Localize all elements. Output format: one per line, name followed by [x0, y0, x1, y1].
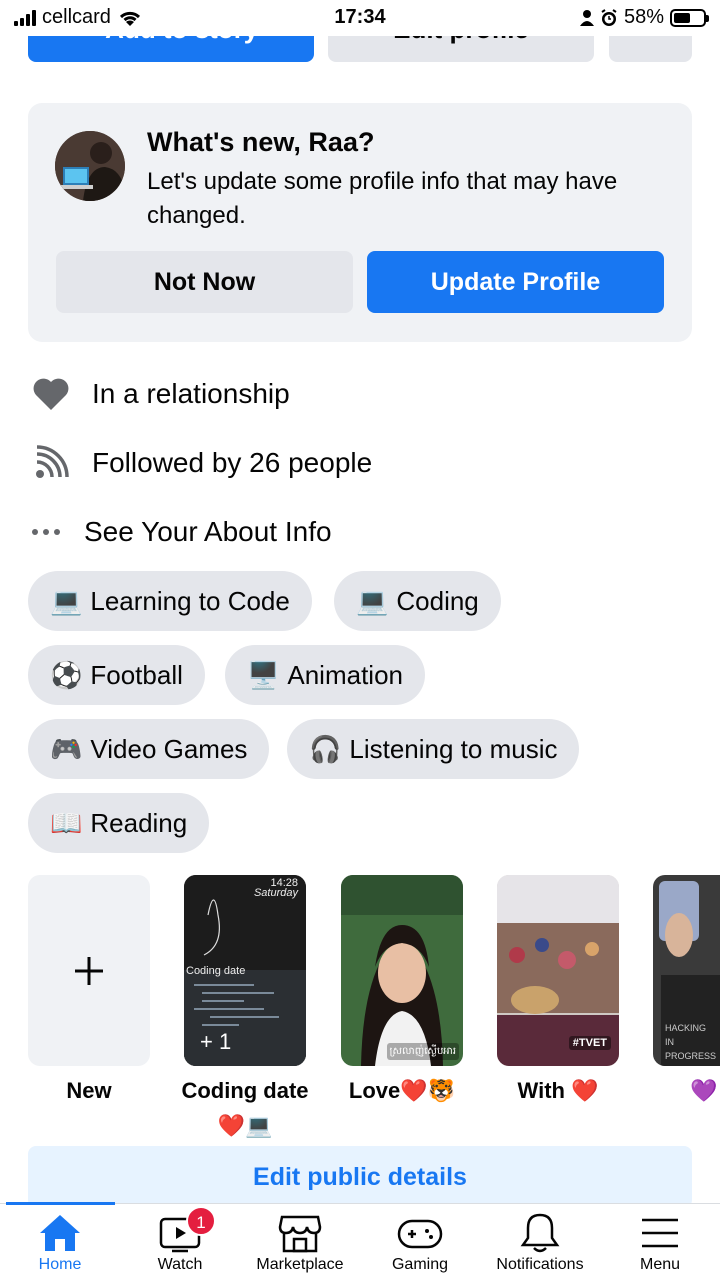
- battery-icon: [670, 8, 709, 27]
- highlight-day: Saturday: [253, 887, 298, 899]
- bell-icon: [516, 1212, 564, 1254]
- tab-gaming[interactable]: Gaming: [360, 1212, 480, 1274]
- person-icon: [579, 9, 594, 26]
- interest-chip[interactable]: 📖 Reading: [28, 793, 210, 853]
- edit-public-details-button[interactable]: Edit public details: [28, 1146, 692, 1208]
- active-tab-indicator: [6, 1202, 115, 1205]
- interest-chip[interactable]: ⚽ Football: [28, 645, 205, 705]
- highlight-label: Love❤️🐯: [348, 1078, 456, 1103]
- highlight-caption: Coding date: [186, 965, 246, 977]
- highlight-with[interactable]: #TVET: [497, 875, 619, 1066]
- highlight-caption: HACKING IN PROGRESS: [665, 1023, 717, 1061]
- highlight-caption: ស្រលាញ់ស្ងើបអារ: [386, 1043, 459, 1060]
- highlight-label: With ❤️: [517, 1078, 599, 1103]
- see-about-row[interactable]: See Your About Info: [30, 512, 332, 552]
- tab-label: Watch: [157, 1256, 203, 1273]
- gaming-icon: [396, 1212, 444, 1254]
- home-icon: [36, 1212, 84, 1254]
- watch-badge: 1: [186, 1206, 216, 1236]
- interest-label: Listening to music: [349, 733, 558, 764]
- new-highlight-button[interactable]: [28, 875, 150, 1066]
- alarm-icon: [601, 8, 617, 26]
- battery-percent: 58%: [623, 6, 664, 28]
- highlight-label: 💜: [690, 1078, 718, 1103]
- marketplace-icon: [276, 1212, 324, 1254]
- heart-icon: [30, 374, 72, 414]
- menu-icon: [636, 1212, 684, 1254]
- highlight-love[interactable]: ស្រលាញ់ស្ងើបអារ: [341, 875, 463, 1066]
- tab-notifications[interactable]: Notifications: [480, 1212, 600, 1274]
- avatar[interactable]: [55, 131, 125, 201]
- desktop-icon: 🖥️: [247, 659, 280, 690]
- headphones-icon: 🎧: [309, 733, 342, 764]
- laptop-icon: 💻: [356, 585, 389, 616]
- highlight-caption: #TVET: [568, 1036, 611, 1050]
- see-about-text: See Your About Info: [84, 516, 332, 547]
- tab-menu[interactable]: Menu: [600, 1212, 720, 1274]
- interest-label: Reading: [90, 807, 188, 838]
- tab-label: Notifications: [496, 1256, 584, 1273]
- highlight-coding-date[interactable]: 14:28 Saturday Coding date + 1: [184, 875, 306, 1066]
- tab-label: Home: [38, 1256, 82, 1273]
- football-icon: ⚽: [50, 659, 83, 690]
- relationship-row: In a relationship: [30, 374, 290, 414]
- interest-chip[interactable]: 💻 Coding: [334, 571, 501, 631]
- followers-row[interactable]: Followed by 26 people: [30, 443, 372, 483]
- whats-new-card: What's new, Raa? Let's update some profi…: [28, 103, 692, 342]
- interest-chip[interactable]: 🖥️ Animation: [225, 645, 425, 705]
- more-dots-icon: [30, 512, 62, 552]
- whats-new-text: Let's update some profile info that may …: [147, 168, 618, 229]
- interest-label: Learning to Code: [90, 585, 290, 616]
- watch-icon: 1: [156, 1206, 216, 1254]
- whats-new-title: What's new, Raa?: [147, 127, 375, 157]
- gamepad-icon: 🎮: [50, 733, 83, 764]
- tab-marketplace[interactable]: Marketplace: [240, 1212, 360, 1274]
- interest-chip[interactable]: 💻 Learning to Code: [28, 571, 312, 631]
- tab-home[interactable]: Home: [0, 1212, 120, 1274]
- rss-icon: [30, 443, 72, 483]
- interest-label: Coding: [396, 585, 479, 616]
- interest-chip[interactable]: 🎮 Video Games: [28, 719, 270, 779]
- interest-label: Video Games: [90, 733, 248, 764]
- laptop-icon: 💻: [50, 585, 83, 616]
- relationship-text: In a relationship: [92, 378, 290, 409]
- highlight-hacking[interactable]: HACKING IN PROGRESS: [653, 875, 720, 1066]
- update-profile-button[interactable]: Update Profile: [367, 251, 664, 313]
- tab-label: Gaming: [391, 1256, 449, 1273]
- tab-label: Marketplace: [256, 1256, 344, 1273]
- not-now-button[interactable]: Not Now: [56, 251, 353, 313]
- tab-label: Menu: [639, 1256, 681, 1273]
- highlight-count: + 1: [200, 1029, 232, 1054]
- interest-label: Animation: [287, 659, 403, 690]
- status-bar: cellcard 17:34 58%: [0, 0, 720, 36]
- highlight-label: Coding date❤️💻: [181, 1078, 309, 1138]
- interest-label: Football: [90, 659, 183, 690]
- new-highlight-label: New: [66, 1078, 112, 1103]
- tab-watch[interactable]: 1 Watch: [120, 1206, 240, 1274]
- bottom-tab-bar: Home 1 Watch Marketplace Gaming Notifica…: [0, 1202, 720, 1280]
- book-icon: 📖: [50, 807, 83, 838]
- interest-chip[interactable]: 🎧 Listening to music: [287, 719, 580, 779]
- plus-icon: [75, 956, 103, 985]
- followers-text: Followed by 26 people: [92, 447, 373, 478]
